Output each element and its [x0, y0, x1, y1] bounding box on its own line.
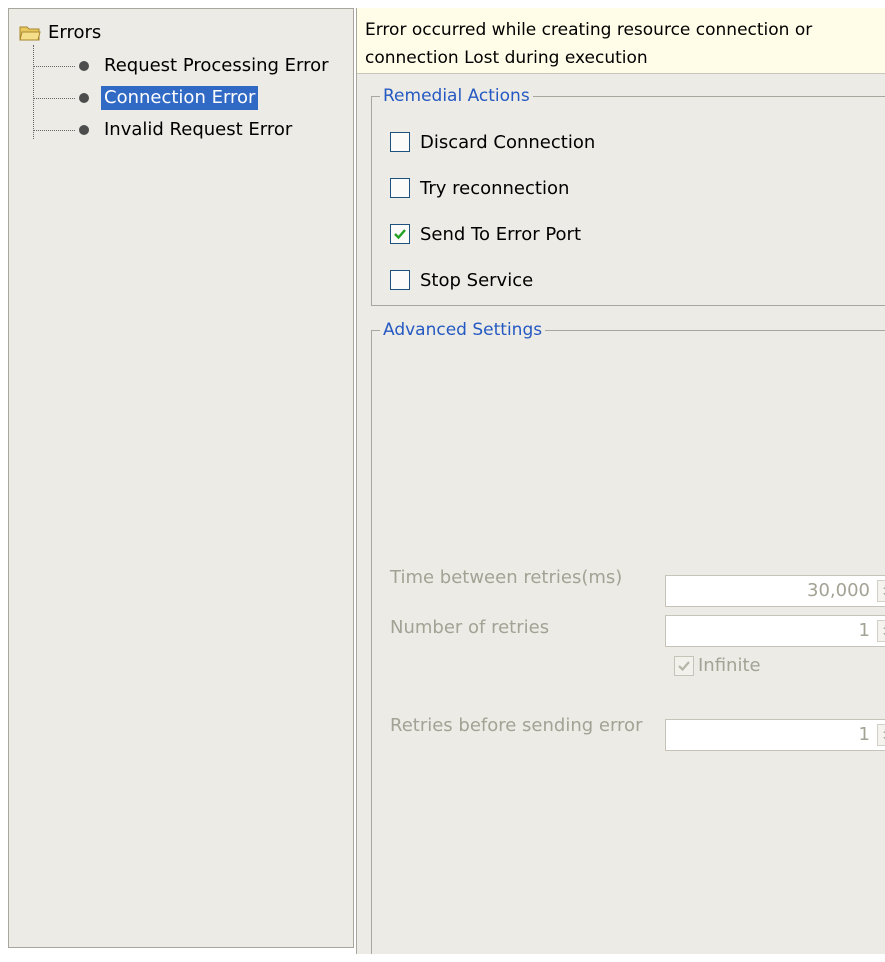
- tree-root-label: Errors: [48, 22, 102, 43]
- spinner-arrows-icon[interactable]: [877, 580, 885, 602]
- spinner-arrows-icon[interactable]: [877, 724, 885, 746]
- checkmark-icon: [394, 229, 406, 240]
- time-between-retries-value: 30,000: [807, 580, 870, 601]
- discard-connection-checkbox[interactable]: [390, 132, 410, 152]
- spinner-arrows-icon[interactable]: [877, 620, 885, 642]
- infinite-label: Infinite: [698, 655, 761, 676]
- retries-before-sending-error-label: Retries before sending error: [390, 715, 643, 736]
- tree-item-connection-error[interactable]: Connection Error: [33, 83, 259, 113]
- remedial-actions-legend: Remedial Actions: [380, 83, 533, 109]
- tree-node-bullet-icon: [79, 125, 89, 135]
- tree-item-label: Invalid Request Error: [104, 119, 293, 140]
- number-of-retries-spinner[interactable]: 1: [665, 615, 885, 647]
- tree-branch-line: [33, 97, 75, 99]
- tree-item-invalid-request-error[interactable]: Invalid Request Error: [33, 115, 295, 145]
- folder-open-icon: [19, 24, 41, 42]
- advanced-settings-group: Advanced Settings Time between retries(m…: [371, 317, 885, 954]
- checkmark-icon: [678, 660, 690, 671]
- tree-branch-line: [33, 65, 75, 67]
- discard-connection-option[interactable]: Discard Connection: [390, 127, 595, 157]
- discard-connection-label: Discard Connection: [420, 131, 596, 153]
- infinite-checkbox[interactable]: [674, 655, 694, 676]
- tree-root-errors[interactable]: Errors: [19, 19, 104, 47]
- send-to-error-port-label: Send To Error Port: [420, 223, 582, 245]
- description-line-2: connection Lost during execution: [365, 48, 648, 68]
- retries-before-sending-error-spinner[interactable]: 1: [665, 719, 885, 751]
- infinite-option[interactable]: Infinite: [674, 655, 761, 676]
- try-reconnection-option[interactable]: Try reconnection: [390, 173, 569, 203]
- description-line-1: Error occurred while creating resource c…: [365, 20, 813, 40]
- error-tree-panel: Errors Request Processing Error Connecti…: [8, 8, 354, 948]
- tree-item-request-processing-error[interactable]: Request Processing Error: [33, 51, 332, 81]
- error-detail-panel: Error occurred while creating resource c…: [356, 8, 885, 954]
- retries-before-sending-error-value: 1: [858, 724, 870, 745]
- send-to-error-port-option[interactable]: Send To Error Port: [390, 219, 581, 249]
- remedial-actions-group: Remedial Actions Discard Connection Try …: [371, 83, 885, 306]
- send-to-error-port-checkbox[interactable]: [390, 224, 410, 244]
- tree-item-label: Request Processing Error: [104, 55, 329, 76]
- number-of-retries-value: 1: [858, 620, 870, 641]
- tree-node-bullet-icon: [79, 61, 89, 71]
- number-of-retries-label: Number of retries: [390, 617, 550, 638]
- time-between-retries-spinner[interactable]: 30,000: [665, 575, 885, 607]
- tree-branch-line: [33, 129, 75, 131]
- tree-node-bullet-icon: [79, 93, 89, 103]
- stop-service-option[interactable]: Stop Service: [390, 265, 533, 295]
- try-reconnection-label: Try reconnection: [420, 177, 570, 199]
- error-description: Error occurred while creating resource c…: [357, 8, 885, 74]
- time-between-retries-label: Time between retries(ms): [390, 567, 623, 588]
- try-reconnection-checkbox[interactable]: [390, 178, 410, 198]
- stop-service-checkbox[interactable]: [390, 270, 410, 290]
- stop-service-label: Stop Service: [420, 269, 534, 291]
- tree-item-label: Connection Error: [101, 86, 259, 110]
- advanced-settings-legend: Advanced Settings: [380, 317, 546, 343]
